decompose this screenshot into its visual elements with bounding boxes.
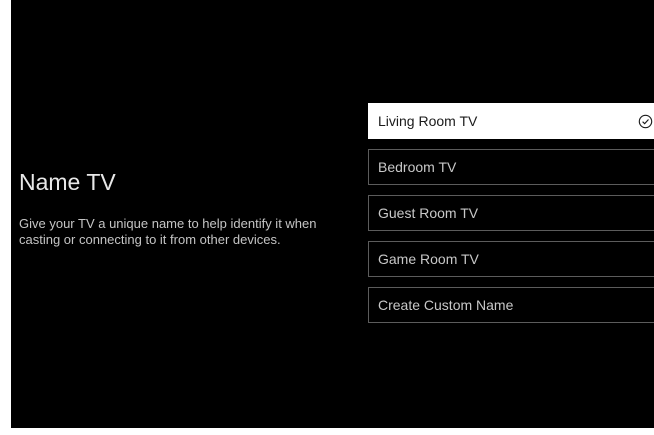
tv-screen: Name TV Give your TV a unique name to he… bbox=[11, 0, 654, 428]
page-description: Give your TV a unique name to help ident… bbox=[19, 216, 317, 247]
check-circle-icon bbox=[638, 114, 653, 129]
option-guest-room-tv[interactable]: Guest Room TV bbox=[368, 195, 654, 231]
option-label: Living Room TV bbox=[378, 113, 478, 129]
option-bedroom-tv[interactable]: Bedroom TV bbox=[368, 149, 654, 185]
option-game-room-tv[interactable]: Game Room TV bbox=[368, 241, 654, 277]
option-label: Bedroom TV bbox=[378, 159, 457, 175]
option-living-room-tv[interactable]: Living Room TV bbox=[368, 103, 654, 139]
page-title: Name TV bbox=[19, 169, 116, 195]
option-label: Game Room TV bbox=[378, 251, 479, 267]
option-label: Guest Room TV bbox=[378, 205, 479, 221]
option-label: Create Custom Name bbox=[378, 297, 514, 313]
option-create-custom-name[interactable]: Create Custom Name bbox=[368, 287, 654, 323]
name-options-list: Living Room TV Bedroom TV Guest Room TV … bbox=[368, 103, 654, 333]
